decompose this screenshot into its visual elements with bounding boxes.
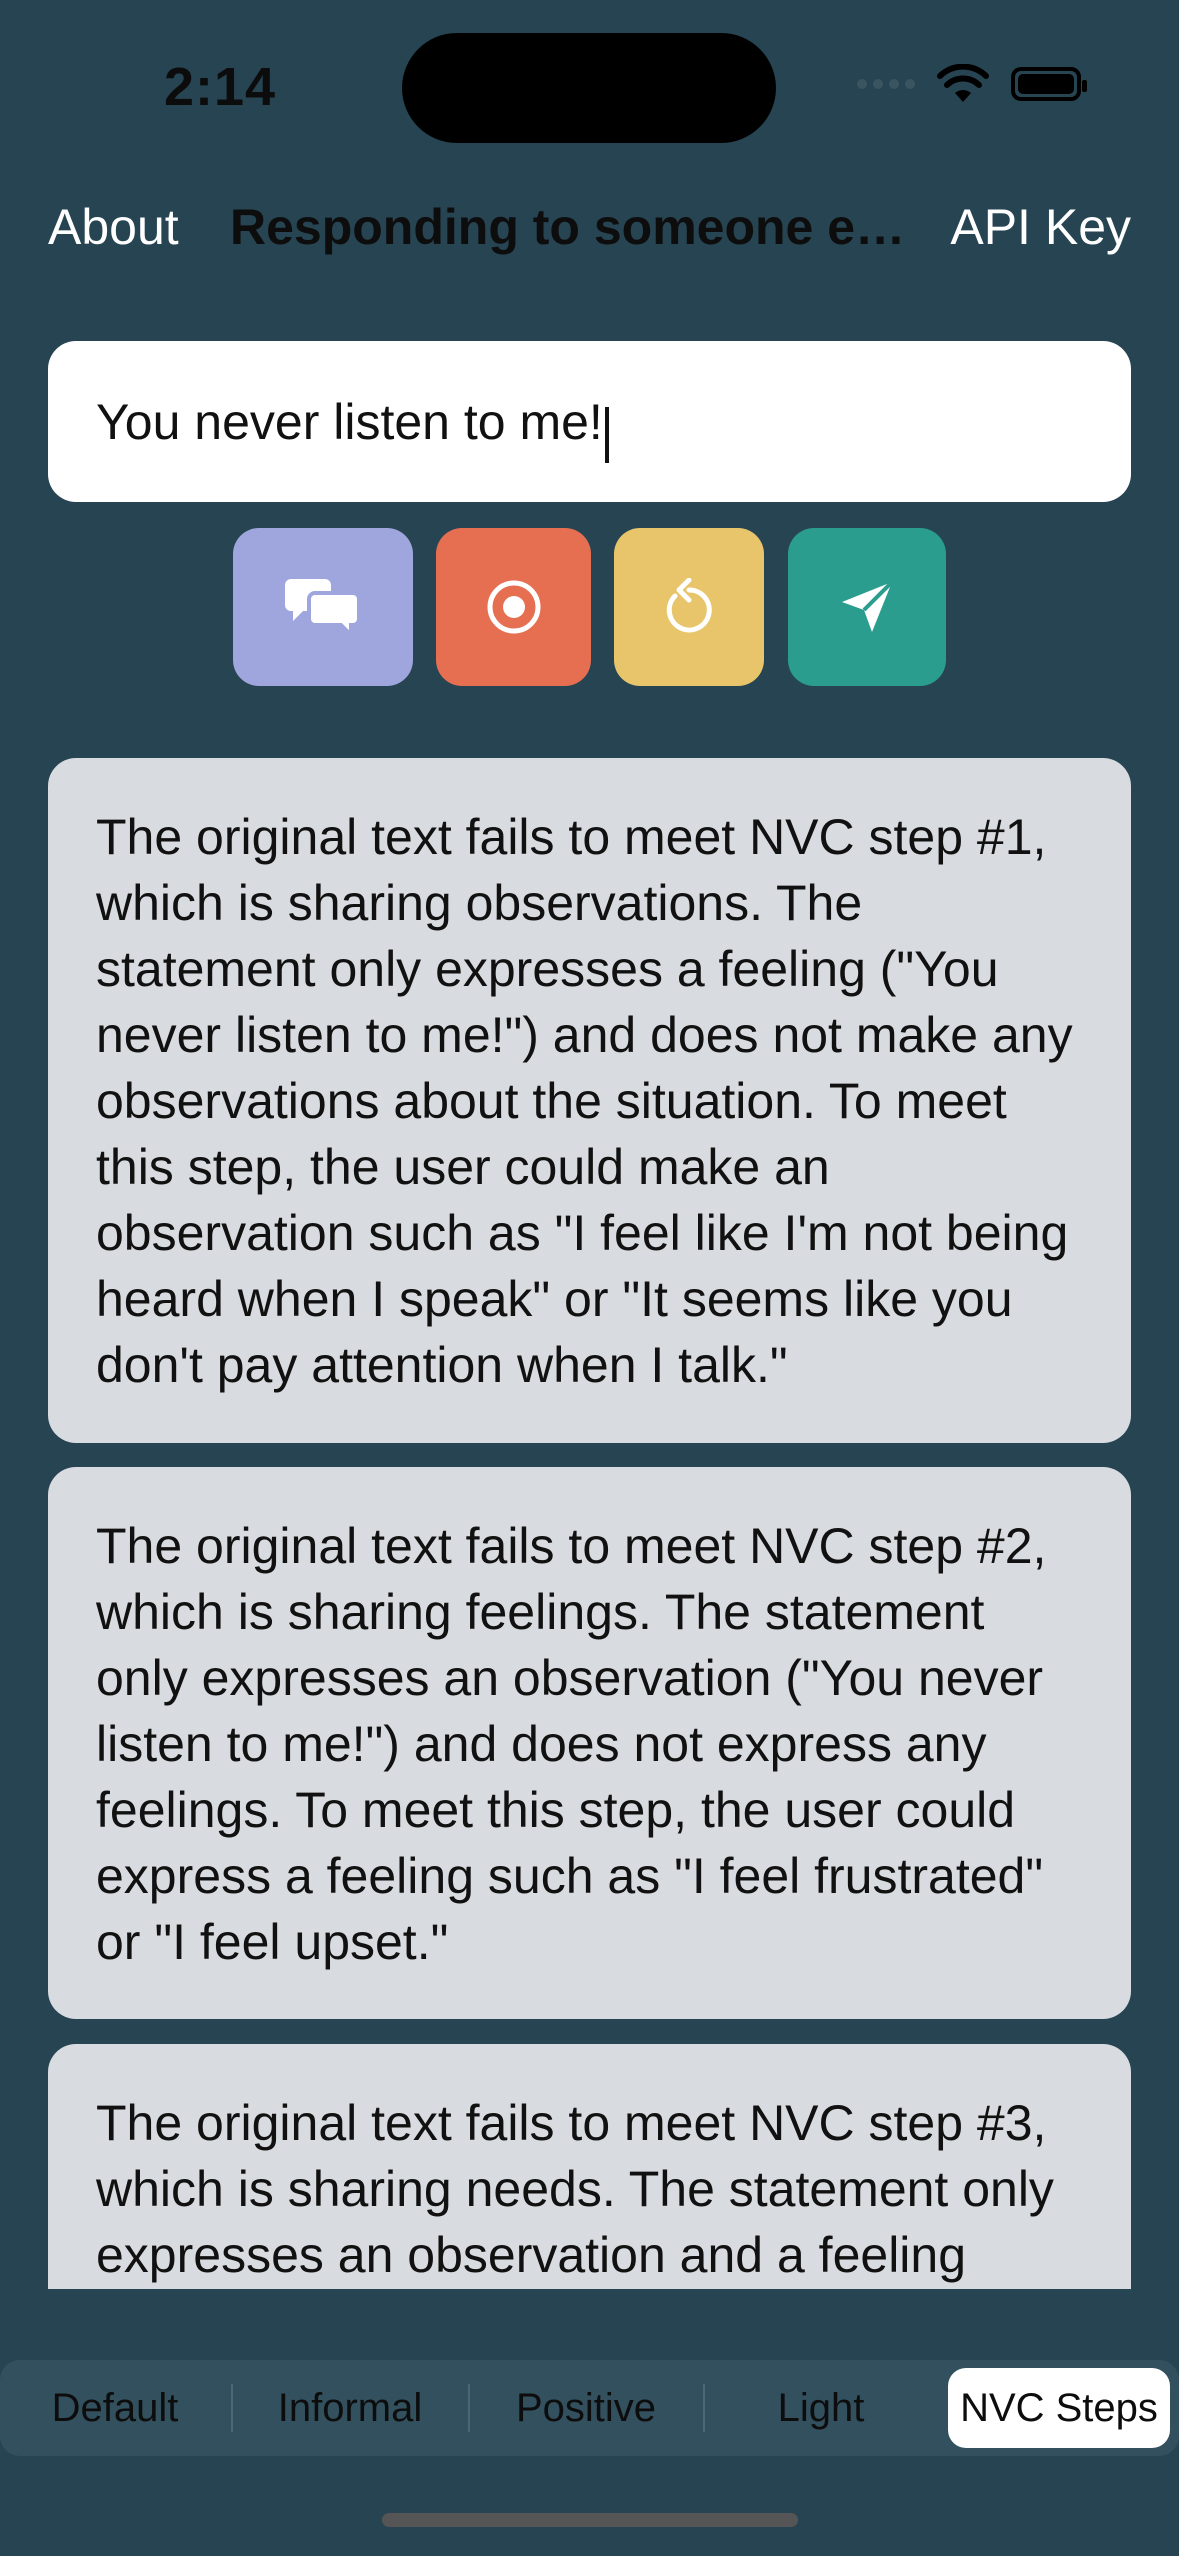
response-card: The original text fails to meet NVC step… bbox=[48, 2044, 1131, 2289]
dynamic-island bbox=[402, 33, 776, 143]
response-text: The original text fails to meet NVC step… bbox=[96, 2095, 1054, 2283]
chat-bubbles-icon bbox=[285, 579, 361, 639]
reset-icon bbox=[666, 578, 712, 633]
response-card: The original text fails to meet NVC step… bbox=[48, 1467, 1131, 2019]
response-card: The original text fails to meet NVC step… bbox=[48, 758, 1131, 1443]
battery-icon bbox=[1011, 67, 1087, 101]
record-icon bbox=[487, 580, 540, 634]
page-title: Responding to someone el... bbox=[230, 199, 910, 255]
tab-informal[interactable]: Informal bbox=[233, 2360, 467, 2456]
message-input[interactable]: You never listen to me! bbox=[48, 341, 1131, 502]
send-icon bbox=[842, 580, 894, 632]
wifi-icon bbox=[937, 64, 989, 102]
conversation-button[interactable] bbox=[233, 528, 413, 686]
text-cursor bbox=[604, 406, 609, 463]
tab-positive[interactable]: Positive bbox=[470, 2360, 702, 2456]
about-button[interactable]: About bbox=[48, 198, 179, 256]
reset-button[interactable] bbox=[614, 528, 764, 686]
record-button[interactable] bbox=[436, 528, 591, 686]
api-key-button[interactable]: API Key bbox=[950, 198, 1131, 256]
status-icons bbox=[857, 64, 1087, 104]
send-button[interactable] bbox=[788, 528, 946, 686]
message-input-text: You never listen to me! bbox=[96, 394, 603, 450]
status-time: 2:14 bbox=[164, 57, 277, 117]
tab-nvc-steps[interactable]: NVC Steps bbox=[948, 2368, 1170, 2448]
tab-default[interactable]: Default bbox=[0, 2360, 230, 2456]
cellular-signal-icon bbox=[857, 79, 915, 89]
tab-light[interactable]: Light bbox=[705, 2360, 937, 2456]
response-text: The original text fails to meet NVC step… bbox=[96, 1518, 1047, 1970]
tone-segmented-control: Default Informal Positive Light NVC Step… bbox=[0, 2360, 1179, 2456]
response-text: The original text fails to meet NVC step… bbox=[96, 809, 1073, 1393]
home-indicator bbox=[382, 2513, 798, 2527]
